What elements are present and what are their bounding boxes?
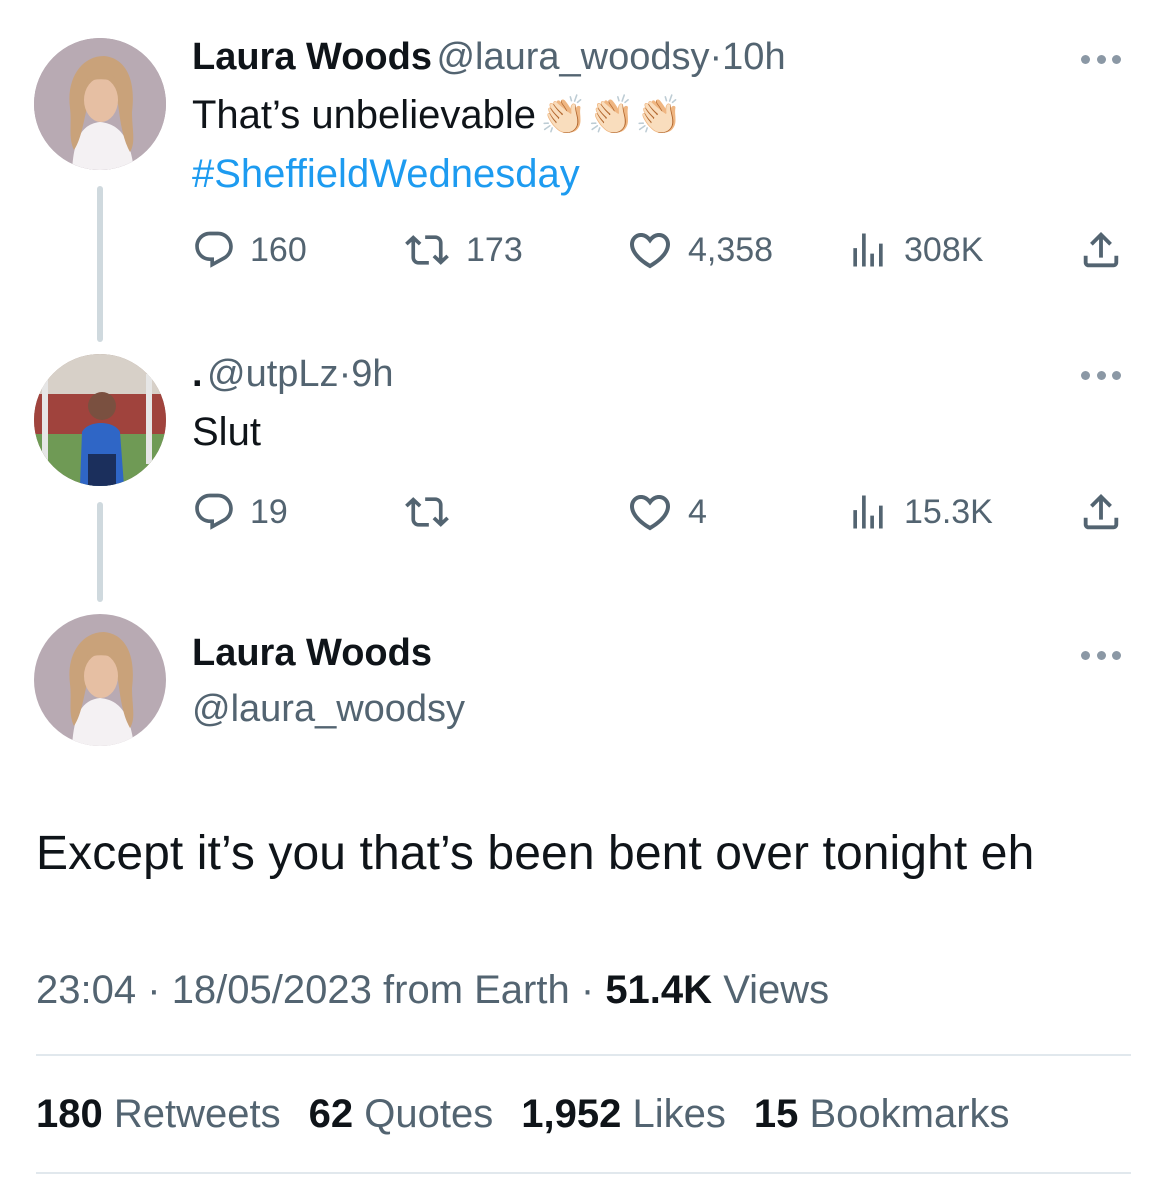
retweet-icon [402, 490, 452, 534]
like-count: 4 [688, 492, 707, 531]
user-handle[interactable]: @laura_woodsy [192, 688, 465, 730]
views-button[interactable]: 15.3K [846, 490, 993, 534]
separator: · [709, 36, 723, 78]
date[interactable]: 18/05/2023 [172, 968, 372, 1012]
tweet2-header: . @utpLz·9h [192, 353, 394, 396]
retweet-icon [402, 228, 452, 272]
tweet1-header: Laura Woods @laura_woodsy·10h [192, 36, 786, 79]
display-name[interactable]: Laura Woods [192, 632, 432, 674]
stat-retweets[interactable]: 180 Retweets [36, 1092, 281, 1137]
clapping-hands-emoji: 👏🏻👏🏻👏🏻 [540, 95, 683, 137]
views-label: Views [723, 968, 830, 1012]
retweet-button[interactable] [402, 490, 466, 534]
tweet-text: That’s unbelievable [192, 93, 536, 137]
avatar-laura-woods[interactable] [34, 38, 166, 170]
more-icon[interactable] [1081, 370, 1121, 380]
separator: · [338, 353, 352, 395]
reply-button[interactable]: 160 [192, 228, 307, 272]
tweet1-text: That’s unbelievable 👏🏻👏🏻👏🏻 [192, 93, 682, 138]
reply-button[interactable]: 19 [192, 490, 288, 534]
user-handle[interactable]: @laura_woodsy [436, 36, 709, 78]
views-button[interactable]: 308K [846, 228, 983, 272]
views-count: 308K [904, 230, 984, 269]
main-handle-row: @laura_woodsy [192, 688, 465, 731]
timestamp[interactable]: 10h [722, 36, 785, 78]
views-total: 51.4K [605, 968, 713, 1012]
avatar-laura-woods[interactable] [34, 614, 166, 746]
engagement-stats: 180 Retweets 62 Quotes 1,952 Likes 15 Bo… [36, 1092, 1038, 1137]
share-icon [1078, 227, 1124, 273]
share-button[interactable] [1078, 490, 1124, 534]
like-icon [626, 226, 674, 274]
reply-count: 19 [250, 492, 288, 531]
views-count: 15.3K [904, 492, 993, 531]
stat-bookmarks[interactable]: 15 Bookmarks [754, 1092, 1010, 1137]
source: from Earth [383, 968, 570, 1012]
like-count: 4,358 [688, 230, 774, 269]
retweet-button[interactable]: 173 [402, 228, 523, 272]
stat-likes[interactable]: 1,952 Likes [521, 1092, 726, 1137]
reply-icon [192, 228, 236, 272]
reply-icon [192, 490, 236, 534]
display-name[interactable]: Laura Woods [192, 36, 432, 78]
more-icon[interactable] [1081, 650, 1121, 660]
main-author: Laura Woods [192, 632, 432, 675]
stat-quotes[interactable]: 62 Quotes [309, 1092, 494, 1137]
main-tweet-text: Except it’s you that’s been bent over to… [36, 827, 1035, 880]
retweet-count: 173 [466, 230, 523, 269]
timestamp[interactable]: 9h [351, 353, 393, 395]
time[interactable]: 23:04 [36, 968, 136, 1012]
user-handle[interactable]: @utpLz [207, 353, 339, 395]
separator: · [147, 968, 161, 1012]
share-button[interactable] [1078, 228, 1124, 272]
thread-line [97, 502, 103, 602]
divider [36, 1172, 1131, 1174]
hashtag-row: #SheffieldWednesday [192, 152, 580, 197]
tweet-meta: 23:04 · 18/05/2023 from Earth · 51.4K Vi… [36, 968, 829, 1013]
display-name[interactable]: . [192, 353, 203, 395]
views-icon [846, 228, 890, 272]
thread-line [97, 186, 103, 342]
avatar-utplz[interactable] [34, 354, 166, 486]
reply-count: 160 [250, 230, 307, 269]
divider [36, 1054, 1131, 1056]
tweet2-text: Slut [192, 410, 261, 455]
views-icon [846, 490, 890, 534]
like-button[interactable]: 4 [626, 490, 707, 534]
like-icon [626, 488, 674, 536]
more-icon[interactable] [1081, 54, 1121, 64]
separator: · [580, 968, 595, 1012]
share-icon [1078, 489, 1124, 535]
like-button[interactable]: 4,358 [626, 228, 773, 272]
tweet-text: Slut [192, 410, 261, 454]
hashtag-link[interactable]: #SheffieldWednesday [192, 152, 580, 196]
